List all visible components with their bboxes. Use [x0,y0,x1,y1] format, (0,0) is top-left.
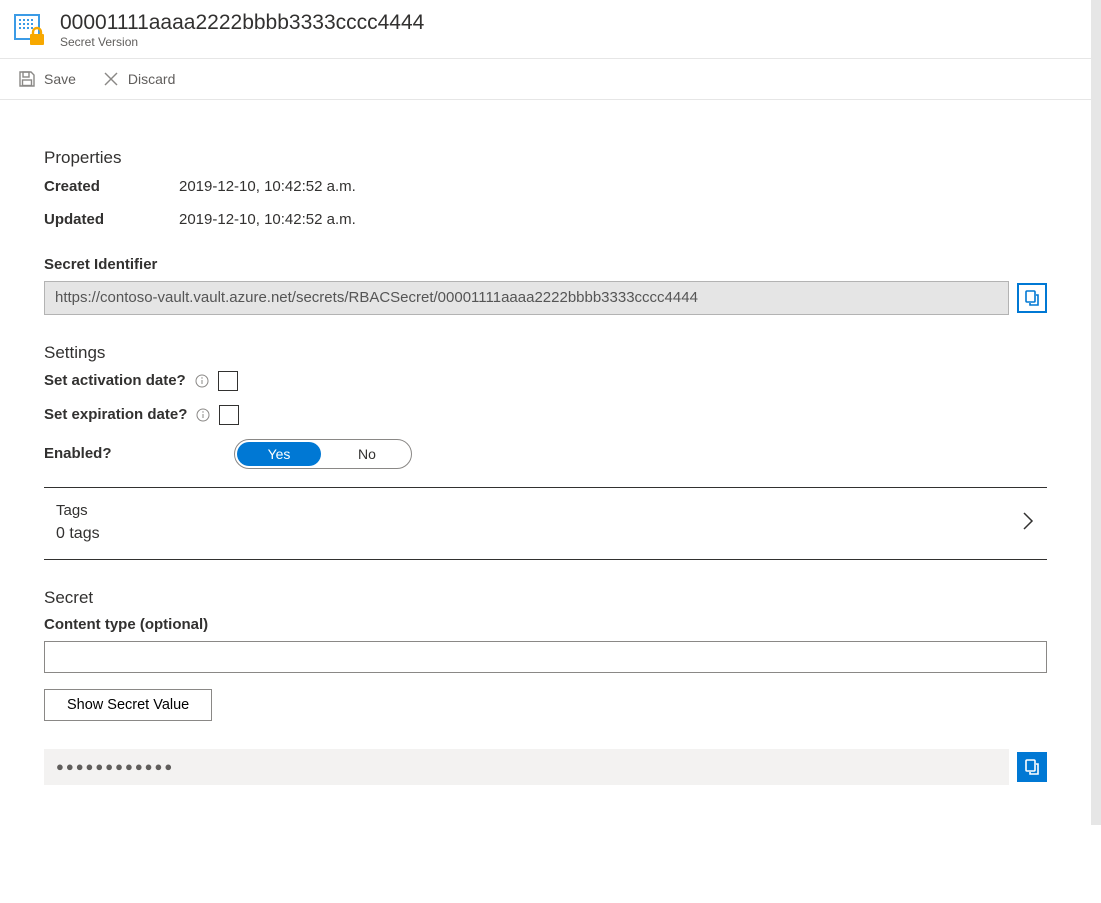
main-content: Properties Created 2019-12-10, 10:42:52 … [0,100,1091,825]
properties-heading: Properties [44,148,1047,168]
enabled-no-option[interactable]: No [325,442,409,466]
save-button[interactable]: Save [14,68,80,90]
secret-value-row: ●●●●●●●●●●●● [44,749,1047,785]
secret-identifier-input[interactable] [44,281,1009,315]
enabled-toggle[interactable]: Yes No [234,439,412,469]
toolbar: Save Discard [0,59,1101,100]
secret-identifier-label: Secret Identifier [44,256,1047,273]
save-label: Save [44,71,76,87]
copy-icon [1023,758,1041,776]
expiration-date-row: Set expiration date? [44,405,1047,425]
secret-value-display: ●●●●●●●●●●●● [44,749,1009,785]
info-icon[interactable] [195,407,211,423]
secret-heading: Secret [44,588,1047,608]
page-subtitle: Secret Version [60,35,424,49]
expiration-date-checkbox[interactable] [219,405,239,425]
copy-secret-button[interactable] [1017,752,1047,782]
settings-heading: Settings [44,343,1047,363]
page-title: 00001111aaaa2222bbbb3333cccc4444 [60,10,424,35]
enabled-yes-option[interactable]: Yes [237,442,321,466]
updated-label: Updated [44,211,179,228]
updated-row: Updated 2019-12-10, 10:42:52 a.m. [44,211,1047,228]
copy-identifier-button[interactable] [1017,283,1047,313]
updated-value: 2019-12-10, 10:42:52 a.m. [179,211,356,228]
created-label: Created [44,178,179,195]
close-icon [102,70,120,88]
activation-date-label: Set activation date? [44,372,186,389]
secret-identifier-row [44,281,1047,315]
created-value: 2019-12-10, 10:42:52 a.m. [179,178,356,195]
discard-label: Discard [128,71,175,87]
content-type-input[interactable] [44,641,1047,673]
activation-date-checkbox[interactable] [218,371,238,391]
enabled-row: Enabled? Yes No [44,439,1047,469]
enabled-label: Enabled? [44,445,234,462]
tags-label: Tags [56,502,100,519]
tags-section[interactable]: Tags 0 tags [44,487,1047,560]
chevron-right-icon [1021,510,1035,535]
discard-button[interactable]: Discard [98,68,179,90]
created-row: Created 2019-12-10, 10:42:52 a.m. [44,178,1047,195]
secret-version-icon [14,14,46,46]
show-secret-value-button[interactable]: Show Secret Value [44,689,212,721]
activation-date-row: Set activation date? [44,371,1047,391]
expiration-date-label: Set expiration date? [44,406,187,423]
page-header: 00001111aaaa2222bbbb3333cccc4444 Secret … [0,0,1101,59]
info-icon[interactable] [194,373,210,389]
tags-count: 0 tags [56,525,100,543]
save-icon [18,70,36,88]
content-type-label: Content type (optional) [44,616,1047,633]
copy-icon [1023,289,1041,307]
